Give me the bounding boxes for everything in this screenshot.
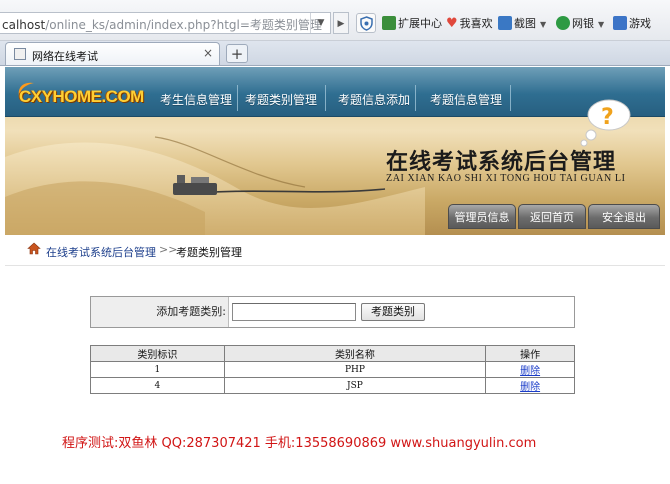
address-dropdown-icon[interactable]: ▼ [310,13,331,33]
security-shield-icon[interactable] [356,13,376,33]
category-id-cell: 4 [90,377,225,394]
delete-link[interactable]: 删除 [520,382,540,393]
tab-title: 网络在线考试 [32,50,98,63]
nav-divider [325,85,326,111]
bank-icon [556,16,570,30]
column-header-action: 操作 [485,345,575,362]
category-name-cell: JSP [223,377,487,394]
heart-icon: ♥ [446,16,458,31]
chevron-down-icon: ▼ [540,20,547,29]
action-cell: 删除 [485,377,575,394]
breadcrumb-root-link[interactable]: 在线考试系统后台管理 [46,244,156,260]
svg-text:?: ? [601,105,614,130]
column-header-id: 类别标识 [90,345,225,362]
add-category-button[interactable]: 考题类别 [361,303,425,321]
action-cell: 删除 [485,361,575,378]
nav-category-management[interactable]: 考题类别管理 [245,91,317,108]
category-table: 类别标识 类别名称 操作 1 PHP 删除 4 JSP 删除 [90,345,575,394]
nav-divider [510,85,511,111]
return-home-button[interactable]: 返回首页 [518,204,586,229]
add-category-label: 添加考题类别: [91,297,229,327]
nav-divider [237,85,238,111]
address-text: calhost/online_ks/admin/index.php?htgl=考… [2,18,322,32]
browser-tab[interactable]: 网络在线考试 × [5,42,220,65]
admin-info-button[interactable]: 管理员信息 [448,204,516,229]
nav-examinee-management[interactable]: 考生信息管理 [160,91,232,108]
site-header: CXYHOME.COM 考生信息管理 考题类别管理 考题信息添加 考题信息管理 … [5,67,665,235]
new-tab-button[interactable]: + [226,44,248,63]
tab-strip: 网络在线考试 × + [0,41,670,66]
table-row: 4 JSP 删除 [90,377,575,394]
table-header-row: 类别标识 类别名称 操作 [90,345,575,362]
extension-icon [382,16,396,30]
breadcrumb-separator: >> [159,243,178,256]
table-row: 1 PHP 删除 [90,361,575,378]
chevron-down-icon: ▼ [598,20,605,29]
logout-button[interactable]: 安全退出 [588,204,660,229]
breadcrumb-current: 考题类别管理 [176,246,242,259]
home-icon [27,242,41,255]
top-nav: CXYHOME.COM 考生信息管理 考题类别管理 考题信息添加 考题信息管理 [5,67,665,117]
breadcrumb: 在线考试系统后台管理 >> 考题类别管理 [5,236,665,266]
close-icon[interactable]: × [203,46,213,60]
toolbar-item-online-bank[interactable]: 网银 ▼ [556,15,604,31]
footer-credit: 程序测试:双鱼林 QQ:287307421 手机:13558690869 www… [62,436,537,451]
category-name-cell: PHP [223,361,487,378]
add-category-form: 添加考题类别: 考题类别 [90,296,575,328]
site-logo[interactable]: CXYHOME.COM [19,87,144,107]
system-title: 在线考试系统后台管理 [386,149,617,175]
thought-bubble-icon: ? [580,99,631,147]
nav-divider [415,85,416,111]
delete-link[interactable]: 删除 [520,366,540,377]
go-button[interactable]: ▶ [333,12,349,34]
page-favicon-icon [14,48,26,60]
toolbar-item-extension-center[interactable]: 扩展中心 [382,15,442,31]
screenshot-icon [498,16,512,30]
browser-toolbar: calhost/online_ks/admin/index.php?htgl=考… [0,0,670,41]
toolbar-item-favorites[interactable]: ♥ 我喜欢 [446,15,493,31]
game-icon [613,16,627,30]
category-name-input[interactable] [232,303,356,321]
category-id-cell: 1 [90,361,225,378]
address-bar[interactable]: calhost/online_ks/admin/index.php?htgl=考… [0,12,331,34]
nav-question-add[interactable]: 考题信息添加 [338,91,410,108]
toolbar-item-screenshot[interactable]: 截图 ▼ [498,15,546,31]
toolbar-item-games[interactable]: 游戏 [613,15,651,31]
column-header-name: 类别名称 [223,345,487,362]
system-subtitle: ZAI XIAN KAO SHI XI TONG HOU TAI GUAN LI [386,173,626,184]
nav-question-management[interactable]: 考题信息管理 [430,91,502,108]
